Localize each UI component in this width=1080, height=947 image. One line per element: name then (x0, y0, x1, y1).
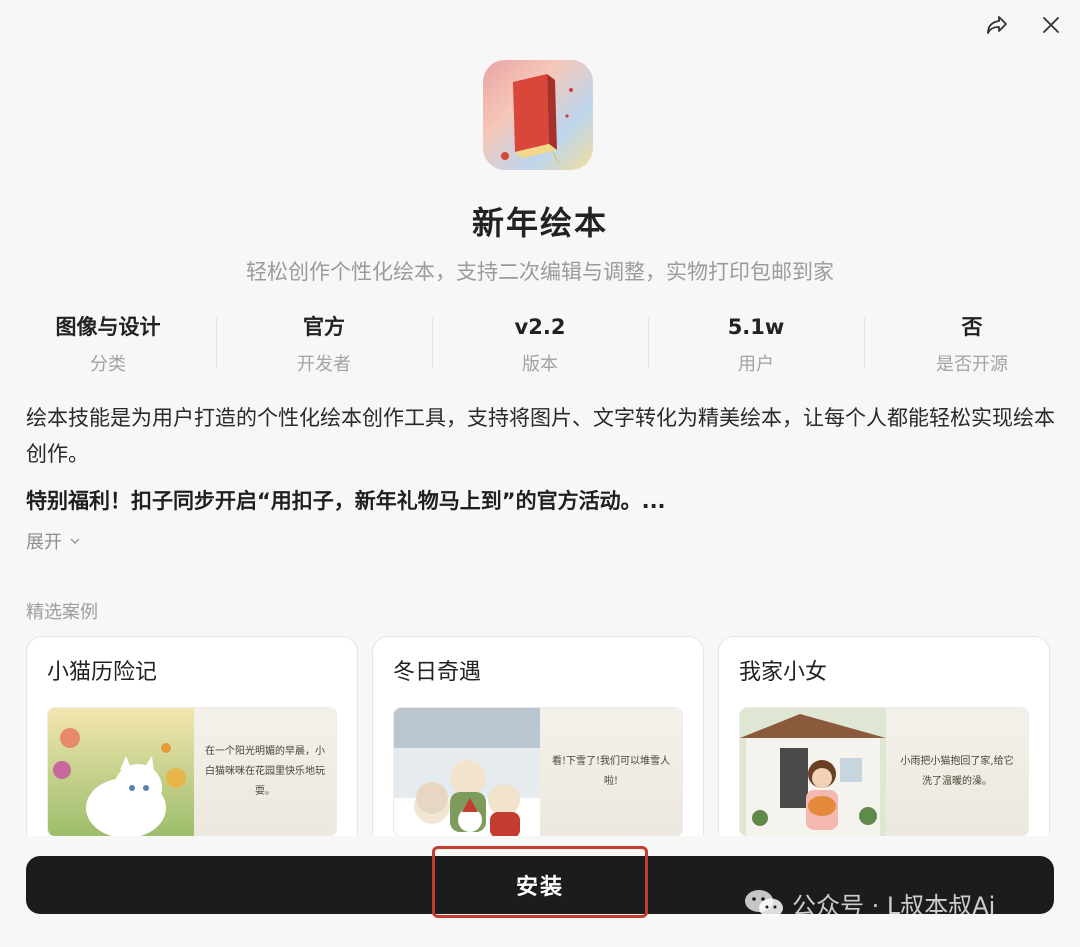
stat-label: 用户 (738, 354, 774, 375)
expand-button[interactable]: 展开 (26, 528, 82, 554)
app-icon (483, 60, 593, 170)
share-button[interactable] (982, 10, 1012, 40)
wechat-icon (745, 889, 783, 917)
close-icon (1043, 17, 1059, 33)
description: 绘本技能是为用户打造的个性化绘本创作工具，支持将图片、文字转化为精美绘本，让每个… (26, 406, 1055, 466)
stat-value: 5.1w (727, 315, 785, 339)
case-card[interactable]: 小猫历险记 在一个阳光明媚的早晨，小白猫咪咪在花园里快乐地玩耍。 (26, 636, 358, 836)
stat-label: 版本 (522, 354, 558, 375)
expand-label: 展开 (26, 532, 62, 553)
stat-value: v2.2 (514, 315, 566, 339)
case-text-page: 在一个阳光明媚的早晨，小白猫咪咪在花园里快乐地玩耍。 (194, 708, 336, 836)
stat-open-source: 否 是否开源 (864, 312, 1080, 380)
stat-value: 图像与设计 (55, 315, 161, 339)
stat-version: v2.2 版本 (432, 312, 648, 380)
snow-illustration (394, 708, 540, 836)
bonus-text: 特别福利！扣子同步开启“用扣子，新年礼物马上到”的官方活动。... (26, 489, 666, 513)
case-image: 小雨把小猫抱回了家,给它洗了温暖的澡。 (739, 707, 1029, 836)
stats-row: 图像与设计 分类 官方 开发者 v2.2 版本 5.1w 用户 否 是否开源 (0, 312, 1080, 380)
stat-developer: 官方 开发者 (216, 312, 432, 380)
case-title: 小猫历险记 (47, 660, 158, 685)
case-card[interactable]: 我家小女 小雨把小猫抱回了家,给它洗了温暖的澡。 (718, 636, 1050, 836)
share-icon (987, 16, 1007, 34)
featured-cases: 小猫历险记 在一个阳光明媚的早晨，小白猫咪咪在花园里快乐地玩耍。 冬日奇遇 看!… (26, 636, 1050, 836)
case-title: 我家小女 (739, 660, 828, 685)
case-title: 冬日奇遇 (393, 660, 482, 685)
stat-label: 分类 (90, 354, 126, 375)
watermark-text: 公众号 · L叔本叔Ai (792, 892, 996, 920)
close-button[interactable] (1036, 10, 1066, 40)
book-icon (501, 74, 573, 166)
girl-illustration (740, 708, 886, 836)
case-image: 在一个阳光明媚的早晨，小白猫咪咪在花园里快乐地玩耍。 (47, 707, 337, 836)
case-text-page: 看!下雪了!我们可以堆雪人啦! (540, 708, 682, 836)
top-actions (982, 10, 1066, 40)
watermark: 公众号 · L叔本叔Ai (744, 886, 995, 921)
app-title: 新年绘本 (471, 204, 608, 242)
case-caption: 看!下雪了!我们可以堆雪人啦! (551, 756, 671, 787)
section-label-featured: 精选案例 (26, 602, 98, 623)
app-tagline: 轻松创作个性化绘本，支持二次编辑与调整，实物打印包邮到家 (246, 260, 834, 284)
stat-label: 开发者 (297, 354, 351, 375)
stat-category: 图像与设计 分类 (0, 312, 216, 380)
case-caption: 在一个阳光明媚的早晨，小白猫咪咪在花园里快乐地玩耍。 (205, 746, 325, 797)
cat-illustration (48, 708, 194, 836)
stat-value: 官方 (303, 315, 345, 339)
stat-value: 否 (961, 315, 983, 339)
case-text-page: 小雨把小猫抱回了家,给它洗了温暖的澡。 (886, 708, 1028, 836)
install-label: 安装 (515, 875, 564, 900)
case-card[interactable]: 冬日奇遇 看!下雪了!我们可以堆雪人啦! (372, 636, 704, 836)
stat-users: 5.1w 用户 (648, 312, 864, 380)
case-caption: 小雨把小猫抱回了家,给它洗了温暖的澡。 (900, 756, 1014, 787)
case-image: 看!下雪了!我们可以堆雪人啦! (393, 707, 683, 836)
chevron-down-icon (70, 538, 80, 545)
stat-label: 是否开源 (936, 354, 1008, 375)
